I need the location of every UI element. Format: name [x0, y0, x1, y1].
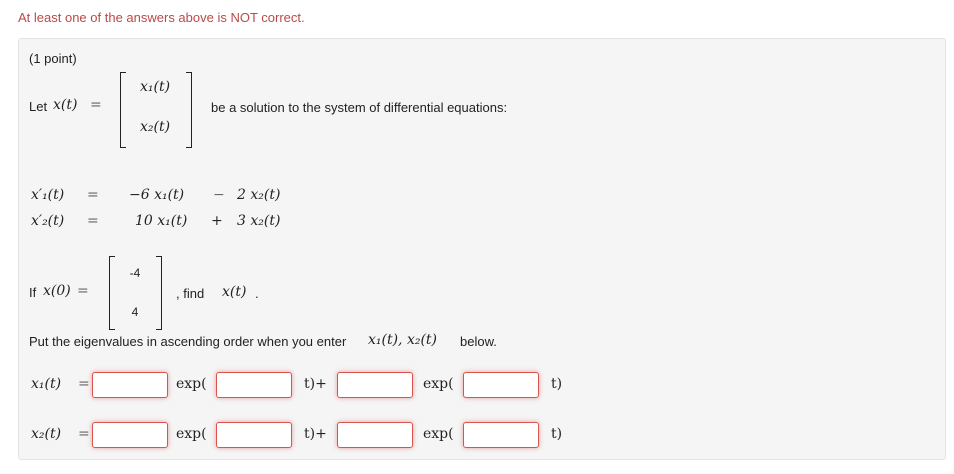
- initial-top-value: -4: [129, 266, 141, 280]
- points-label: (1 point): [29, 51, 77, 66]
- eq2-equals: =: [87, 213, 99, 229]
- answer-warning-message: At least one of the answers above is NOT…: [18, 10, 305, 25]
- row1-exp1: exp(: [176, 376, 207, 392]
- eq1-lhs: x′₁(t): [31, 187, 65, 203]
- eq2-operator: +: [211, 213, 223, 229]
- x2-eigenvalue-1-input[interactable]: [216, 422, 292, 448]
- instruction-vars: x₁(t), x₂(t): [368, 332, 438, 348]
- x1-coefficient-2-input[interactable]: [337, 372, 413, 398]
- let-text: Let: [29, 99, 48, 114]
- eq1-equals: =: [87, 187, 99, 203]
- row1-t-close: t): [551, 376, 563, 392]
- x2-coefficient-1-input[interactable]: [92, 422, 168, 448]
- eq1-term-b: 2 x₂(t): [237, 187, 281, 203]
- row2-t-close: t): [551, 426, 563, 442]
- row2-exp1: exp(: [176, 426, 207, 442]
- x0-equals: =: [77, 283, 89, 299]
- solution-description: be a solution to the system of different…: [211, 100, 508, 115]
- vector-x1: x₁(t): [139, 79, 171, 95]
- x1-eigenvalue-2-input[interactable]: [463, 372, 539, 398]
- x1-eigenvalue-1-input[interactable]: [216, 372, 292, 398]
- instruction-text: Put the eigenvalues in ascending order w…: [29, 334, 347, 349]
- eq1-operator: −: [213, 187, 225, 203]
- eq2-term-b: 3 x₂(t): [237, 213, 281, 229]
- right-bracket: [186, 72, 192, 148]
- initial-bottom-value: 4: [131, 305, 139, 319]
- row1-label: x₁(t): [31, 376, 62, 392]
- if-text: If: [29, 285, 37, 300]
- row2-exp2: exp(: [423, 426, 454, 442]
- row2-label: x₂(t): [31, 426, 62, 442]
- eq2-lhs: x′₂(t): [31, 213, 65, 229]
- row1-equals: =: [78, 376, 90, 392]
- x1-coefficient-1-input[interactable]: [92, 372, 168, 398]
- equals-sign: =: [90, 97, 102, 113]
- x0-symbol: x(0): [43, 283, 71, 299]
- problem-panel: (1 point) Let x(t) = x₁(t) x₂(t) be a so…: [18, 38, 946, 460]
- row2-equals: =: [78, 426, 90, 442]
- row1-t-plus: t)+: [304, 376, 327, 392]
- eq2-term-a: 10 x₁(t): [135, 213, 188, 229]
- row1-exp2: exp(: [423, 376, 454, 392]
- x2-coefficient-2-input[interactable]: [337, 422, 413, 448]
- x2-eigenvalue-2-input[interactable]: [463, 422, 539, 448]
- x-of-t-symbol: x(t): [53, 97, 78, 113]
- instruction-below: below.: [460, 334, 497, 349]
- vector-x2: x₂(t): [139, 119, 171, 135]
- eq1-term-a: −6 x₁(t): [129, 187, 185, 203]
- find-text: , find: [176, 286, 205, 301]
- find-period: .: [255, 286, 259, 301]
- row2-t-plus: t)+: [304, 426, 327, 442]
- initial-right-bracket: [156, 256, 162, 330]
- find-x-of-t: x(t): [222, 284, 247, 300]
